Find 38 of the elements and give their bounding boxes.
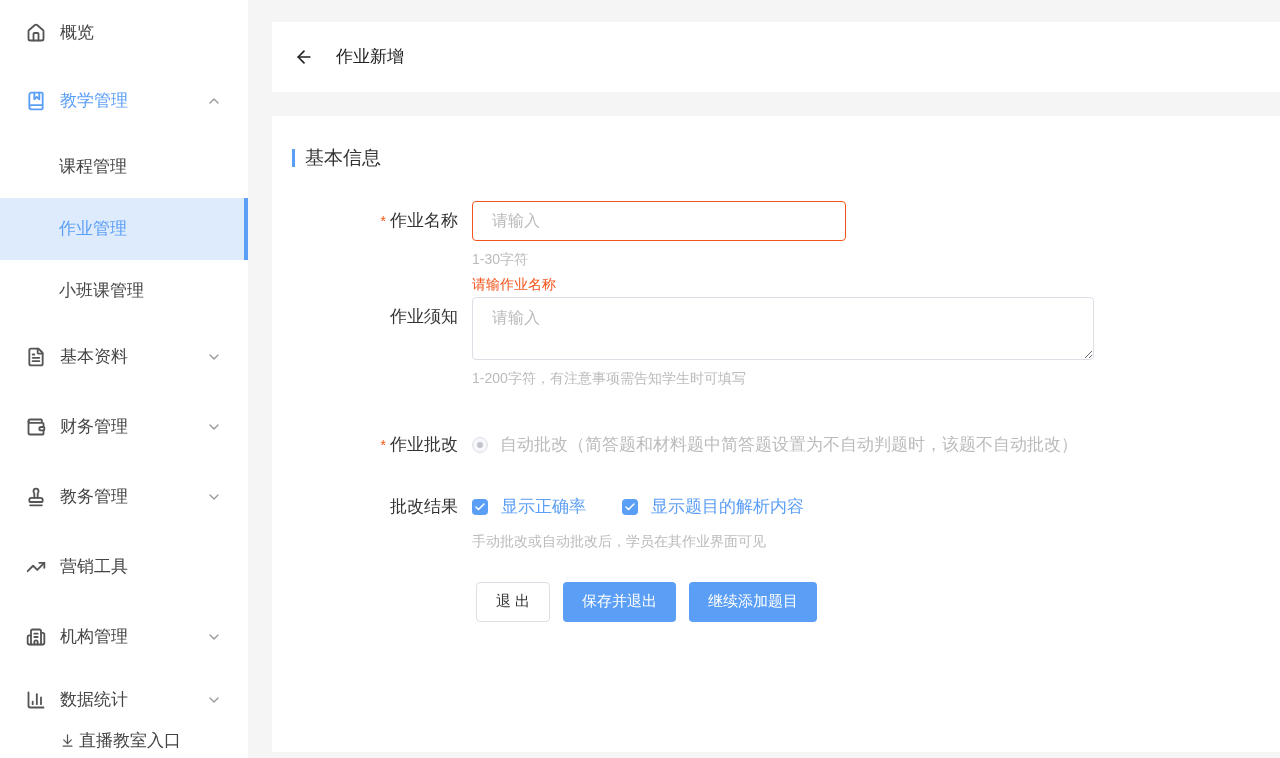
book-icon bbox=[26, 91, 46, 111]
field-label: 作业名称 bbox=[390, 209, 458, 232]
field-label: 批改结果 bbox=[390, 495, 458, 518]
download-icon bbox=[60, 733, 75, 749]
textarea-field[interactable]: 请输入 bbox=[472, 296, 1094, 360]
sidebar-item[interactable]: 概览 bbox=[0, 0, 248, 66]
sidebar-item[interactable]: 营销工具 bbox=[0, 532, 248, 602]
bar-chart-icon bbox=[26, 690, 46, 710]
check-icon bbox=[474, 500, 486, 513]
building-icon bbox=[26, 627, 46, 647]
section-title: 基本信息 bbox=[305, 146, 381, 170]
field-hint: 1-200字符，有注意事项需告知学生时可填写 bbox=[472, 368, 747, 388]
error-message: 请输作业名称 bbox=[472, 274, 557, 294]
field-hint: 手动批改或自动批改后，学员在其作业界面可见 bbox=[472, 531, 767, 551]
stamp-icon bbox=[26, 487, 46, 507]
sidebar-item[interactable]: 数据统计 bbox=[0, 672, 248, 728]
sidebar-item[interactable]: 基本资料 bbox=[0, 322, 248, 392]
field-label: 作业批改 bbox=[390, 433, 458, 456]
checkbox[interactable] bbox=[622, 498, 638, 515]
document-icon bbox=[26, 347, 46, 367]
sidebar-item[interactable]: 财务管理 bbox=[0, 392, 248, 462]
required-mark: * bbox=[380, 211, 386, 231]
check-icon bbox=[624, 500, 636, 513]
page-title: 作业新增 bbox=[336, 46, 404, 69]
field-hint: 1-30字符 bbox=[472, 249, 530, 269]
home-icon bbox=[26, 23, 46, 43]
sidebar-item[interactable]: 机构管理 bbox=[0, 602, 248, 672]
sidebar-item[interactable]: 教务管理 bbox=[0, 462, 248, 532]
section-accent-bar bbox=[292, 149, 295, 168]
wallet-icon bbox=[26, 417, 46, 437]
exit-button[interactable]: 退 出 bbox=[476, 581, 551, 622]
field-label: 作业须知 bbox=[390, 305, 458, 328]
required-mark: * bbox=[380, 435, 386, 455]
live-classroom-link[interactable]: 直播教室入口 bbox=[0, 728, 248, 754]
checkbox[interactable] bbox=[472, 498, 488, 515]
sidebar-subitem[interactable]: 小班课管理 bbox=[0, 260, 248, 322]
sidebar-subitem[interactable]: 课程管理 bbox=[0, 136, 248, 198]
input-field[interactable]: 请输入 bbox=[472, 200, 846, 241]
